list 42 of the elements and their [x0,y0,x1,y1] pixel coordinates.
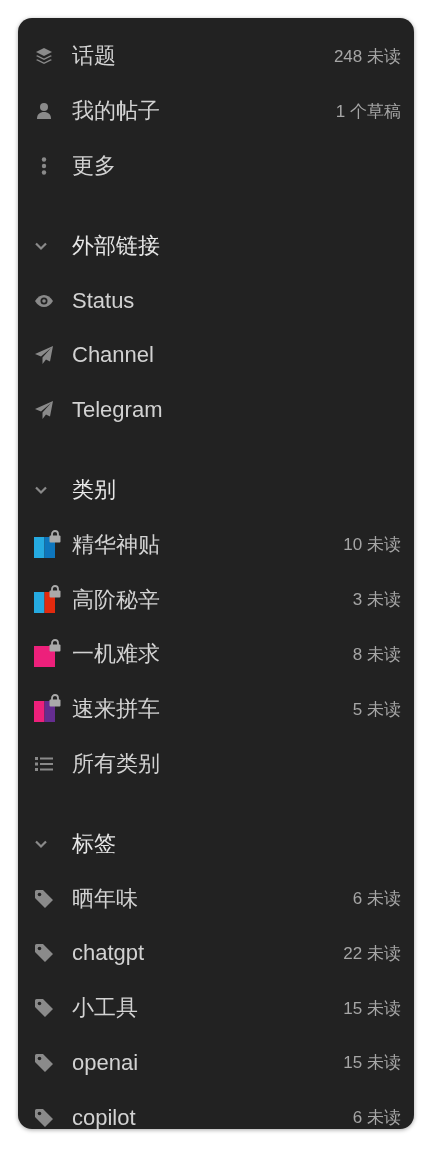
sidebar-link[interactable]: Channel [34,328,401,383]
unread-count: 8 未读 [352,643,401,666]
unread-count: 6 未读 [352,1107,401,1130]
layers-icon [34,46,54,67]
tag-icon [34,943,54,964]
unread-count: 10 未读 [343,534,401,557]
paper-plane-icon [34,400,54,421]
paper-plane-icon [34,345,54,366]
user-icon [34,101,54,122]
sidebar-link[interactable]: 所有类别 [34,736,401,792]
sidebar-link[interactable]: 更多 [34,138,401,194]
sidebar-link[interactable]: 速来拼车 5 未读 [34,681,401,737]
sidebar-link[interactable]: Telegram [34,382,401,438]
category-color-icon [34,701,55,723]
unread-count: 15 未读 [343,1052,401,1075]
sidebar-link[interactable]: 高阶秘辛 3 未读 [34,572,401,627]
sidebar-link[interactable]: 晒年味 6 未读 [34,871,401,926]
unread-count: 22 未读 [343,942,401,965]
section-header[interactable]: 类别 [34,462,116,518]
sidebar-link[interactable]: 小工具 15 未读 [34,980,401,1036]
tag-icon [34,1052,54,1073]
category-color-icon [34,591,55,613]
section-header[interactable]: 外部链接 [34,218,160,274]
sidebar-link[interactable]: 一机难求 8 未读 [34,626,401,682]
unread-count: 5 未读 [352,698,401,721]
unread-count: 6 未读 [352,888,401,911]
unread-count: 248 未读 [333,45,401,68]
unread-count: 15 未读 [343,997,401,1020]
sidebar-link[interactable]: copilot 6 未读 [34,1090,401,1146]
sidebar-link[interactable]: chatgpt 22 未读 [34,925,401,981]
section-header[interactable]: 标签 [34,816,116,872]
tag-icon [34,888,54,909]
unread-count: 3 未读 [352,589,401,612]
sidebar-link[interactable]: 我的帖子 1 个草稿 [34,83,401,139]
sidebar-link[interactable]: Status [34,273,401,328]
sidebar-link[interactable]: 精华神贴 10 未读 [34,517,401,573]
unread-count: 1 个草稿 [335,100,401,123]
sidebar-link[interactable]: openai 15 未读 [34,1035,401,1091]
tag-icon [34,998,54,1019]
sidebar-link[interactable]: 话题 248 未读 [34,29,401,84]
category-color-icon [34,536,55,558]
category-color-icon [34,646,55,668]
